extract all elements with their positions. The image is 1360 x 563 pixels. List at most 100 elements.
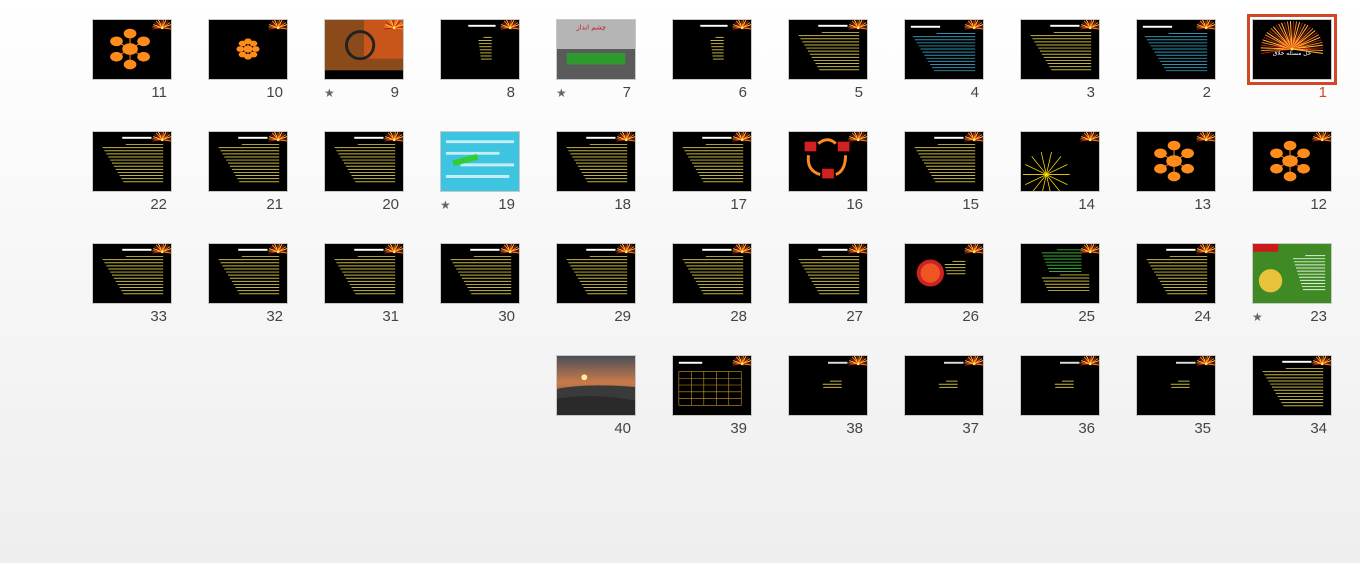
- slide-thumbnail-16[interactable]: [788, 131, 868, 192]
- slide-thumbnail-7[interactable]: چشم انداز: [556, 19, 636, 80]
- slide-number-label: 12: [1310, 196, 1327, 213]
- slide-number-label: 16: [846, 196, 863, 213]
- slide-number-label: 24: [1194, 308, 1211, 325]
- slide-thumbnail-28[interactable]: [672, 243, 752, 304]
- slide-thumbnail-39[interactable]: [672, 355, 752, 416]
- transition-icon[interactable]: ★: [556, 86, 567, 100]
- slide-thumbnail-5[interactable]: [788, 19, 868, 80]
- slide-thumbnail-image: [1021, 20, 1099, 79]
- slide-thumbnail-image: [905, 356, 983, 415]
- slide-title-text: حل مسئله خلاق: [1273, 51, 1312, 57]
- slide-thumbnail-32[interactable]: [208, 243, 288, 304]
- slide-thumbnail-image: حل مسئله خلاق: [1253, 20, 1331, 79]
- slide-number-label: 10: [266, 84, 283, 101]
- slide-thumbnail-image: [1253, 132, 1331, 191]
- slide-thumbnail-15[interactable]: [904, 131, 984, 192]
- slide-thumbnail-8[interactable]: [440, 19, 520, 80]
- slide-thumbnail-26[interactable]: [904, 243, 984, 304]
- slide-thumbnail-image: چشم انداز: [557, 20, 635, 79]
- slide-thumbnail-image: [441, 244, 519, 303]
- slide-thumbnail-image: [905, 20, 983, 79]
- slide-thumbnail-image: [1021, 356, 1099, 415]
- slide-number-label: 37: [962, 420, 979, 437]
- slide-thumbnail-38[interactable]: [788, 355, 868, 416]
- slide-thumbnail-image: [1021, 132, 1099, 191]
- slide-thumbnail-3[interactable]: [1020, 19, 1100, 80]
- slide-thumbnail-17[interactable]: [672, 131, 752, 192]
- slide-thumbnail-35[interactable]: [1136, 355, 1216, 416]
- slide-thumbnail-1[interactable]: حل مسئله خلاق: [1247, 14, 1337, 85]
- slide-number-label: 39: [730, 420, 747, 437]
- slide-number-label: 11: [151, 84, 167, 101]
- slide-thumbnail-33[interactable]: [92, 243, 172, 304]
- slide-thumbnail-36[interactable]: [1020, 355, 1100, 416]
- slide-number-label: 22: [150, 196, 167, 213]
- slide-thumbnail-image: [1253, 244, 1331, 303]
- slide-thumbnail-12[interactable]: [1252, 131, 1332, 192]
- svg-text:چشم انداز: چشم انداز: [575, 24, 606, 32]
- slide-thumbnail-23[interactable]: [1252, 243, 1332, 304]
- slide-thumbnail-image: [557, 244, 635, 303]
- slide-thumbnail-37[interactable]: [904, 355, 984, 416]
- slide-thumbnail-image: [93, 244, 171, 303]
- slide-thumbnail-11[interactable]: [92, 19, 172, 80]
- slide-thumbnail-9[interactable]: [324, 19, 404, 80]
- slide-number-label: 5: [854, 84, 863, 101]
- transition-icon[interactable]: ★: [440, 198, 451, 212]
- slide-number-label: 34: [1310, 420, 1327, 437]
- slide-thumbnail-image: [557, 356, 635, 415]
- slide-thumbnail-image: [905, 244, 983, 303]
- slide-thumbnail-image: [1253, 356, 1331, 415]
- slide-thumbnail-image: [673, 244, 751, 303]
- slide-thumbnail-27[interactable]: [788, 243, 868, 304]
- slide-thumbnail-6[interactable]: [672, 19, 752, 80]
- slide-number-label: 30: [498, 308, 515, 325]
- slide-number-label: 17: [730, 196, 747, 213]
- slide-thumbnail-31[interactable]: [324, 243, 404, 304]
- slide-thumbnail-image: [789, 244, 867, 303]
- slide-number-label: 13: [1194, 196, 1211, 213]
- slide-thumbnail-image: [673, 132, 751, 191]
- transition-icon[interactable]: ★: [324, 86, 335, 100]
- slide-number-label: 27: [846, 308, 863, 325]
- slide-thumbnail-image: [209, 132, 287, 191]
- slide-number-label: 1: [1318, 84, 1327, 101]
- slide-thumbnail-22[interactable]: [92, 131, 172, 192]
- slide-thumbnail-image: [1137, 132, 1215, 191]
- slide-number-label: 35: [1194, 420, 1211, 437]
- slide-thumbnail-image: [93, 132, 171, 191]
- slide-thumbnail-image: [789, 132, 867, 191]
- slide-number-label: 8: [506, 84, 515, 101]
- slide-number-label: 33: [150, 308, 167, 325]
- slide-number-label: 26: [962, 308, 979, 325]
- slide-thumbnail-4[interactable]: [904, 19, 984, 80]
- slide-thumbnail-image: [325, 20, 403, 79]
- slide-thumbnail-13[interactable]: [1136, 131, 1216, 192]
- slide-thumbnail-18[interactable]: [556, 131, 636, 192]
- slide-thumbnail-24[interactable]: [1136, 243, 1216, 304]
- slide-thumbnail-2[interactable]: [1136, 19, 1216, 80]
- slide-thumbnail-25[interactable]: [1020, 243, 1100, 304]
- slide-thumbnail-14[interactable]: [1020, 131, 1100, 192]
- transition-icon[interactable]: ★: [1252, 310, 1263, 324]
- slide-sorter-view[interactable]: حل مسئله خلاق 1 2 3 4 5 6 چشم انداز 7 ★ 8 9 ★ 10 11 12 1…: [0, 0, 1360, 563]
- slide-thumbnail-image: [1137, 20, 1215, 79]
- slide-thumbnail-image: [557, 132, 635, 191]
- slide-thumbnail-20[interactable]: [324, 131, 404, 192]
- slide-thumbnail-21[interactable]: [208, 131, 288, 192]
- slide-thumbnail-34[interactable]: [1252, 355, 1332, 416]
- slide-thumbnail-10[interactable]: [208, 19, 288, 80]
- slide-thumbnail-30[interactable]: [440, 243, 520, 304]
- slide-thumbnail-image: [1137, 244, 1215, 303]
- slide-number-label: 28: [730, 308, 747, 325]
- slide-number-label: 40: [614, 420, 631, 437]
- slide-thumbnail-29[interactable]: [556, 243, 636, 304]
- slide-number-label: 29: [614, 308, 631, 325]
- slide-thumbnail-19[interactable]: [440, 131, 520, 192]
- slide-thumbnail-40[interactable]: [556, 355, 636, 416]
- slide-number-label: 4: [970, 84, 979, 101]
- slide-number-label: 32: [266, 308, 283, 325]
- slide-number-label: 25: [1078, 308, 1095, 325]
- slide-thumbnail-image: [441, 20, 519, 79]
- slide-number-label: 23: [1310, 308, 1327, 325]
